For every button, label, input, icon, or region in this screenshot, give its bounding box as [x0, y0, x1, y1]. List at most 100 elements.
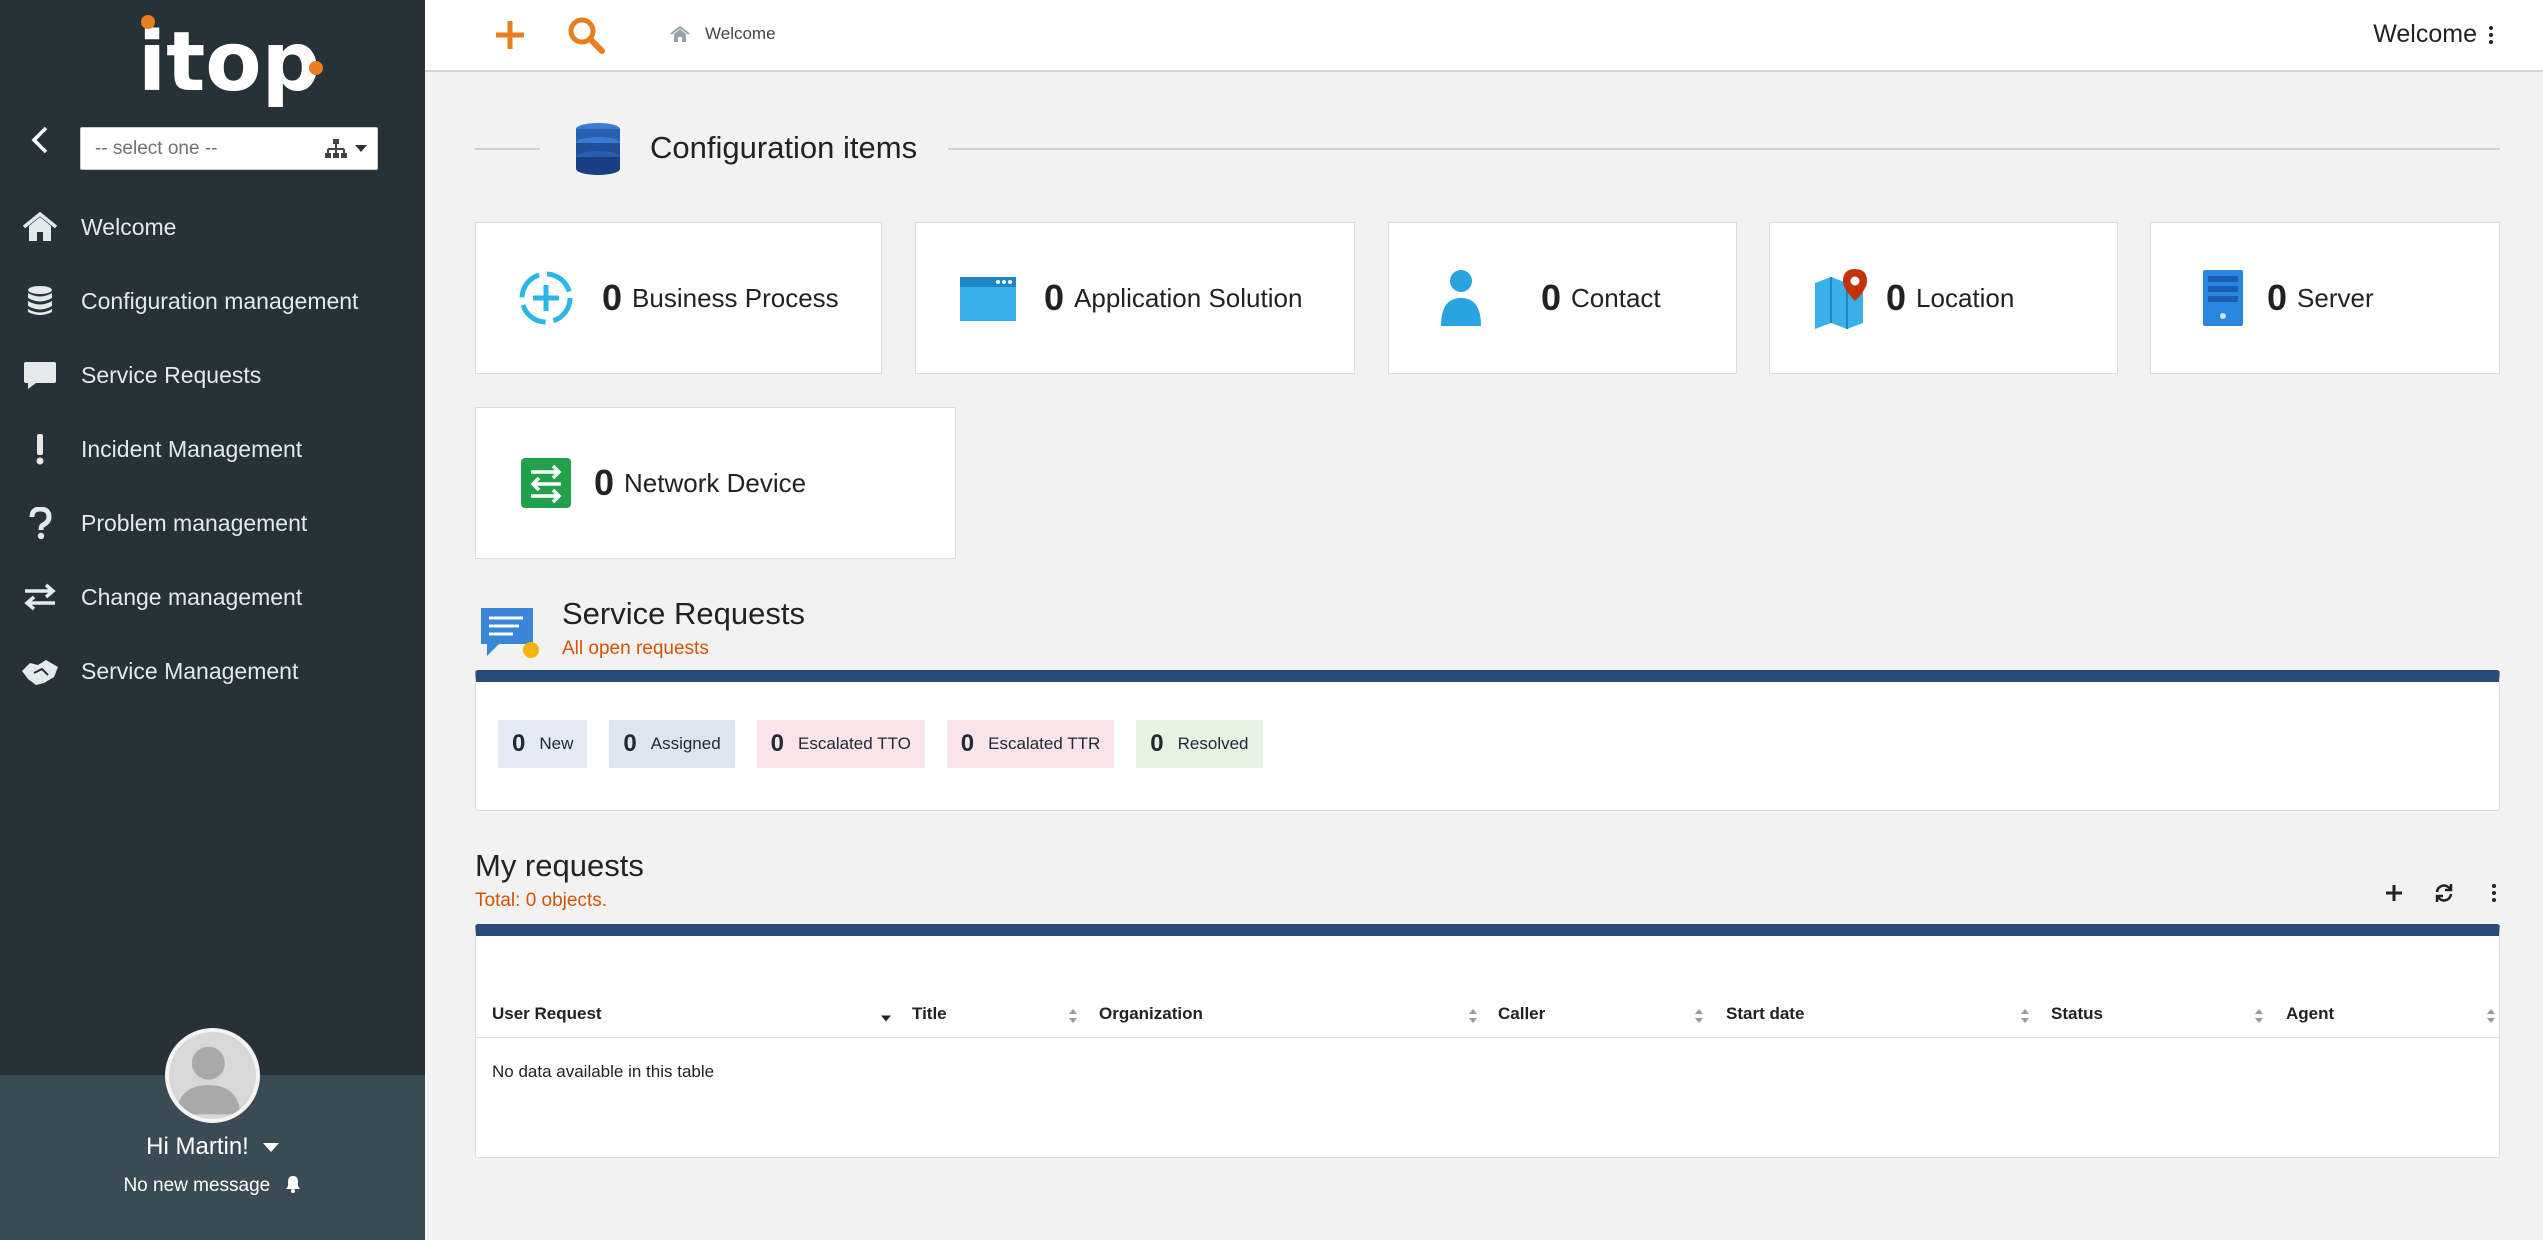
sidebar-item-label: Incident Management	[81, 435, 303, 462]
notification-text: No new message	[123, 1175, 271, 1196]
table-toolbar	[2383, 882, 2505, 904]
divider	[948, 148, 2500, 150]
ci-card-application-solution[interactable]: 0 Application Solution	[915, 222, 1355, 374]
my-requests-table: User Request Title Organization Caller S…	[475, 924, 2500, 1158]
sort-icon[interactable]	[2020, 1008, 2030, 1024]
breadcrumb-item-welcome[interactable]: Welcome	[705, 24, 776, 44]
badge-label: Assigned	[650, 734, 721, 753]
column-header-status[interactable]: Status	[2051, 1004, 2103, 1024]
search-icon[interactable]	[567, 16, 605, 54]
exchange-icon	[24, 583, 56, 611]
sidebar-item-configuration[interactable]: Configuration management	[0, 264, 425, 338]
section-subtitle[interactable]: All open requests	[562, 638, 709, 660]
status-badge-resolved[interactable]: 0 Resolved	[1136, 720, 1263, 768]
column-header-start-date[interactable]: Start date	[1726, 1004, 1804, 1024]
chevron-down-icon	[262, 1143, 279, 1153]
section-title: My requests	[475, 848, 644, 883]
ci-count: 0	[602, 277, 623, 318]
sort-icon[interactable]	[1694, 1008, 1704, 1024]
business-process-icon	[514, 266, 578, 330]
column-header-organization[interactable]: Organization	[1099, 1004, 1203, 1024]
sort-icon[interactable]	[1468, 1008, 1478, 1024]
status-badge-new[interactable]: 0 New	[498, 720, 588, 768]
question-icon	[29, 507, 52, 539]
ci-label: Contact	[1571, 282, 1661, 313]
sidebar-item-label: Problem management	[81, 509, 308, 536]
home-icon	[22, 211, 58, 241]
column-header-user-request[interactable]: User Request	[492, 1004, 602, 1024]
collapse-sidebar-icon[interactable]	[24, 124, 56, 156]
refresh-icon[interactable]	[2433, 882, 2455, 904]
top-bar: Welcome Welcome	[425, 0, 2543, 72]
sidebar-item-label: Service Requests	[81, 361, 262, 388]
server-icon	[2191, 266, 2255, 330]
ci-card-location[interactable]: 0 Location	[1769, 222, 2118, 374]
ci-card-business-process[interactable]: 0 Business Process	[475, 222, 882, 374]
status-badge-escalated-ttr[interactable]: 0 Escalated TTR	[946, 720, 1115, 768]
sidebar-item-welcome[interactable]: Welcome	[0, 190, 425, 264]
sort-desc-icon[interactable]	[881, 1010, 891, 1026]
sidebar: itop -- select one -- Welcome Configurat…	[0, 0, 425, 1240]
page-menu[interactable]: Welcome	[2373, 20, 2493, 49]
network-switch-icon	[514, 451, 578, 515]
user-menu-toggle[interactable]: Hi Martin!	[0, 1133, 425, 1161]
ci-count: 0	[2267, 277, 2288, 318]
application-window-icon	[956, 266, 1020, 330]
sort-icon[interactable]	[1068, 1008, 1078, 1024]
breadcrumb: Welcome	[669, 24, 776, 44]
add-icon[interactable]	[2383, 882, 2405, 904]
sidebar-menu: Welcome Configuration management Service…	[0, 190, 425, 708]
ci-card-contact[interactable]: 0 Contact	[1388, 222, 1737, 374]
ci-label: Location	[1916, 282, 2015, 313]
total-count: Total: 0 objects.	[475, 890, 608, 911]
table-header: User Request Title Organization Caller S…	[476, 996, 2499, 1038]
badge-count: 0	[1150, 730, 1164, 757]
sidebar-item-label: Change management	[81, 583, 303, 610]
config-items-header: Configuration items	[475, 118, 2500, 178]
sidebar-item-label: Service Management	[81, 657, 299, 684]
page-title: Welcome	[2373, 20, 2477, 48]
ci-count: 0	[1886, 277, 1907, 318]
kebab-menu-icon[interactable]	[2483, 882, 2505, 904]
comment-icon	[24, 362, 56, 389]
ci-label: Server	[2297, 282, 2374, 313]
support-chat-icon	[481, 608, 539, 658]
organization-select[interactable]: -- select one --	[80, 127, 378, 170]
sidebar-item-problem[interactable]: Problem management	[0, 486, 425, 560]
organization-select-value: -- select one --	[95, 138, 218, 159]
badge-label: New	[539, 734, 574, 753]
user-greeting: Hi Martin!	[146, 1133, 249, 1160]
sidebar-item-change[interactable]: Change management	[0, 560, 425, 634]
ci-label: Business Process	[632, 282, 839, 313]
status-badge-escalated-tto[interactable]: 0 Escalated TTO	[756, 720, 925, 768]
map-pin-icon	[1810, 266, 1874, 330]
ci-count: 0	[1044, 277, 1065, 318]
sitemap-icon	[325, 139, 347, 158]
ci-card-network-device[interactable]: 0 Network Device	[475, 407, 956, 559]
database-icon	[28, 286, 52, 315]
sidebar-item-service-management[interactable]: Service Management	[0, 634, 425, 708]
avatar[interactable]	[165, 1028, 260, 1123]
user-silhouette-icon	[176, 1046, 241, 1115]
ci-label: Application Solution	[1074, 282, 1303, 313]
service-requests-panel: 0 New 0 Assigned 0 Escalated TTO 0 Escal…	[475, 670, 2500, 811]
empty-table-message: No data available in this table	[492, 1062, 715, 1081]
ci-count: 0	[1541, 277, 1562, 318]
ci-card-server[interactable]: 0 Server	[2150, 222, 2500, 374]
badge-label: Escalated TTO	[798, 734, 911, 753]
sidebar-item-label: Configuration management	[81, 287, 359, 314]
sort-icon[interactable]	[2254, 1008, 2264, 1024]
badge-count: 0	[960, 730, 975, 757]
column-header-agent[interactable]: Agent	[2286, 1004, 2334, 1024]
notifications[interactable]: No new message	[0, 1175, 425, 1197]
sort-icon[interactable]	[2486, 1008, 2496, 1024]
status-badge-assigned[interactable]: 0 Assigned	[609, 720, 735, 768]
sidebar-item-incident[interactable]: Incident Management	[0, 412, 425, 486]
new-object-icon[interactable]	[493, 18, 527, 52]
badge-count: 0	[512, 730, 526, 757]
column-header-title[interactable]: Title	[912, 1004, 947, 1024]
column-header-caller[interactable]: Caller	[1498, 1004, 1545, 1024]
sidebar-item-service-requests[interactable]: Service Requests	[0, 338, 425, 412]
itop-logo[interactable]: itop	[138, 12, 328, 112]
bell-icon	[285, 1176, 300, 1193]
